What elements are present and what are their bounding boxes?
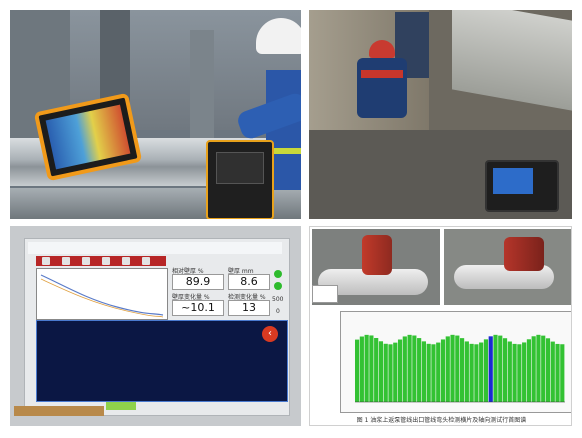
bar	[522, 342, 527, 402]
bar-chart-svg	[355, 334, 565, 403]
side-value: 0	[276, 308, 280, 315]
thickness-value: 8.6	[228, 274, 270, 290]
bar	[483, 339, 489, 402]
bar	[383, 343, 388, 402]
detection-change-value: 13	[228, 300, 270, 316]
bar	[388, 344, 393, 402]
bar	[545, 338, 551, 402]
signal-curve	[40, 274, 164, 316]
tablet-screen	[45, 104, 131, 170]
bar	[436, 342, 441, 402]
instrument-toolbar	[36, 256, 166, 266]
bar	[397, 339, 403, 402]
device-label-sticker	[14, 406, 104, 416]
bar	[498, 335, 503, 402]
bar	[517, 344, 522, 402]
back-button[interactable]: ‹	[262, 326, 278, 342]
bar	[474, 344, 479, 402]
bar	[526, 339, 531, 402]
insulated-pipe	[452, 10, 572, 111]
bar	[412, 335, 417, 402]
status-led	[274, 270, 282, 278]
green-indicator	[106, 402, 136, 410]
bar	[445, 336, 450, 402]
bar	[359, 336, 364, 402]
field-workers-photo	[309, 10, 572, 219]
elbow-photo-right	[444, 229, 571, 305]
bar	[426, 343, 431, 402]
thickness-change-value: ~10.1	[172, 300, 224, 316]
bar	[450, 334, 455, 402]
bar	[369, 335, 374, 402]
bar	[355, 339, 360, 402]
instrument-case	[485, 160, 559, 212]
bar	[512, 343, 517, 402]
bar	[393, 342, 398, 402]
toolbar-button[interactable]	[62, 257, 70, 265]
red-clamp	[362, 235, 392, 275]
bar	[493, 334, 498, 402]
flaw-detector-device	[206, 140, 274, 219]
bar	[374, 337, 379, 402]
bar	[536, 334, 541, 402]
crouching-worker	[357, 58, 407, 118]
app-title-bar	[28, 242, 282, 254]
bar	[464, 341, 469, 402]
figure-with-chart: 图 1 油浆上返泵管线出口管线弯头检测横片及轴向测试行首图谱	[309, 226, 572, 426]
bar	[455, 335, 460, 402]
bar	[402, 336, 407, 402]
field-tablet-photo	[10, 10, 301, 219]
bar	[531, 336, 536, 402]
bar	[507, 341, 512, 402]
device-screen	[216, 152, 264, 184]
bar	[488, 336, 493, 402]
bar	[550, 341, 555, 402]
toolbar-button[interactable]	[122, 257, 130, 265]
red-clamp	[504, 237, 544, 271]
waveform-svg	[40, 274, 164, 318]
bar	[407, 334, 412, 402]
chart-legend	[312, 285, 338, 303]
waveform-chart	[36, 268, 168, 320]
readings-panel: 相对壁厚 % 壁厚 mm 89.9 8.6 壁厚变化量 % 检测变化量 % ~1…	[170, 266, 290, 318]
bar	[460, 338, 465, 402]
bar	[364, 334, 369, 402]
instrument-screen-photo: 相对壁厚 % 壁厚 mm 89.9 8.6 壁厚变化量 % 检测变化量 % ~1…	[10, 226, 301, 426]
bar	[378, 341, 384, 402]
toolbar-button[interactable]	[42, 257, 50, 265]
bar	[440, 339, 446, 402]
scan-display	[36, 320, 288, 402]
bar	[502, 338, 508, 402]
steel-column	[190, 30, 214, 150]
vest-stripe	[361, 70, 403, 78]
status-led	[274, 282, 282, 290]
bar	[560, 344, 565, 402]
bar	[469, 343, 474, 402]
side-value: 500	[272, 296, 284, 303]
bar	[431, 344, 436, 402]
signal-curve-secondary	[40, 278, 164, 318]
bar	[421, 341, 426, 402]
thickness-chart	[340, 311, 571, 413]
bar	[541, 335, 546, 402]
toolbar-button[interactable]	[102, 257, 110, 265]
toolbar-button[interactable]	[82, 257, 90, 265]
case-screen	[493, 168, 533, 194]
bar	[479, 342, 484, 402]
relative-thickness-value: 89.9	[172, 274, 224, 290]
bar	[555, 343, 560, 402]
toolbar-button[interactable]	[142, 257, 150, 265]
bar	[417, 338, 422, 402]
figure-caption: 图 1 油浆上返泵管线出口管线弯头检测横片及轴向测试行首图谱	[356, 417, 527, 424]
